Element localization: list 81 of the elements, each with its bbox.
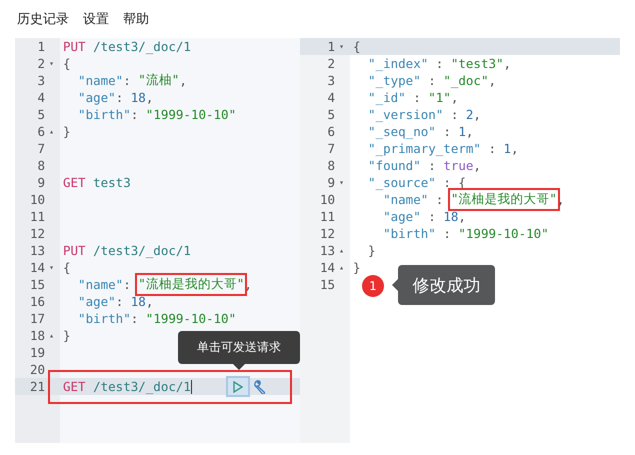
code-line: } [62,328,71,343]
code-line: PUT /test3/_doc/1 [62,39,191,54]
play-icon [233,380,243,392]
fold-toggle[interactable]: ▴ [339,264,344,272]
menu-item[interactable]: 设置 [83,10,109,28]
line-number: 1 [327,39,335,54]
line-number: 11 [320,209,335,224]
line-number: 16 [30,294,45,309]
line-number: 9 [37,175,45,190]
menu-item[interactable]: 历史记录 [17,10,69,28]
code-line: { [352,39,361,54]
fold-toggle[interactable]: ▴ [339,246,344,254]
fold-toggle[interactable]: ▾ [49,60,54,68]
line-number: 4 [37,90,45,105]
line-number: 7 [327,141,335,156]
line-number: 2 [37,56,45,71]
code-line: "found" : true, [367,158,481,173]
line-number: 19 [30,345,45,360]
code-line: { [62,260,71,275]
line-number: 1 [37,39,45,54]
line-number: 9 [327,175,335,190]
line-number: 15 [320,277,335,292]
line-number: 13 [30,243,45,258]
tooltip: 单击可发送请求 [178,331,300,370]
code-line: "_id" : "1", [367,90,458,105]
code-line: "age": 18, [77,294,154,309]
line-number: 11 [30,209,45,224]
code-line: "birth": "1999-10-10" [77,107,236,122]
code-line: "_index" : "test3", [367,56,512,71]
line-number: 6 [327,124,335,139]
line-number: 14 [320,260,335,275]
fold-toggle[interactable]: ▴ [49,128,54,136]
code-line: PUT /test3/_doc/1 [62,243,191,258]
code-line: } [367,243,376,258]
code-line: "_primary_term" : 1, [367,141,519,156]
line-number: 4 [327,90,335,105]
code-line: } [62,124,71,139]
fold-toggle[interactable]: ▾ [339,42,344,50]
line-number: 12 [30,226,45,241]
fold-toggle[interactable]: ▾ [49,264,54,272]
code-line: "_type" : "_doc", [367,73,496,88]
menu-item[interactable]: 帮助 [123,10,149,28]
line-number: 5 [327,107,335,122]
step-badge: 1 [362,275,384,297]
line-number: 12 [320,226,335,241]
code-line: "_seq_no" : 1, [367,124,474,139]
send-request-button[interactable] [226,376,250,397]
line-number: 10 [320,192,335,207]
line-number: 14 [30,260,45,275]
code-line: "_version" : 2, [367,107,481,122]
line-number: 3 [327,73,335,88]
line-number: 7 [37,141,45,156]
line-number: 3 [37,73,45,88]
code-line: "birth" : "1999-10-10" [382,226,549,241]
fold-toggle[interactable]: ▾ [339,178,344,186]
line-number: 18 [30,328,45,343]
code-line: "name": "流柚", [77,72,187,89]
code-line: "birth": "1999-10-10" [77,311,236,326]
wrench-icon[interactable] [253,379,268,394]
fold-toggle[interactable]: ▴ [49,332,54,340]
line-number: 20 [30,362,45,377]
line-number: 8 [327,158,335,173]
line-number: 6 [37,124,45,139]
code-line: "age" : 18, [382,209,466,224]
line-number: 13 [320,243,335,258]
callout-label: 修改成功 [392,265,495,305]
line-number: 17 [30,311,45,326]
line-number: 2 [327,56,335,71]
line-number: 10 [30,192,45,207]
code-line: GET test3 [62,175,131,190]
code-line: "age": 18, [77,90,154,105]
code-line: } [352,260,361,275]
code-line: "name": "流柚是我的大哥", [60,276,252,293]
code-line: "name" : "流柚是我的大哥", [350,191,564,208]
code-line: { [62,56,71,71]
code-line: GET /test3/_doc/1 [62,379,192,394]
request-editor[interactable] [15,38,300,443]
line-number: 8 [37,158,45,173]
line-number: 21 [30,379,45,394]
line-number: 15 [30,277,45,292]
line-number: 5 [37,107,45,122]
